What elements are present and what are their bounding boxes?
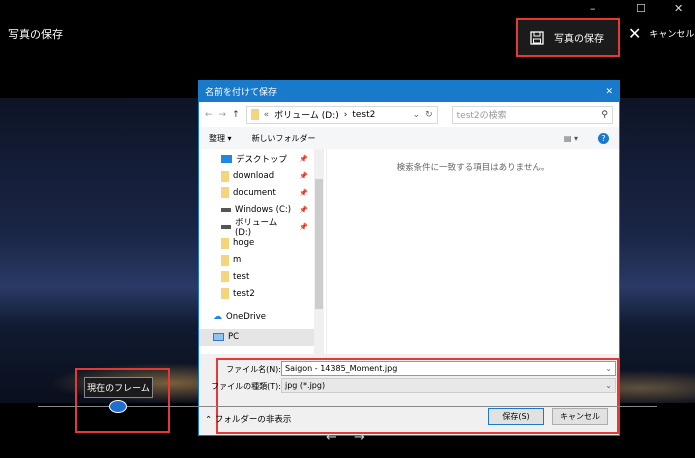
floppy-disk-icon bbox=[530, 30, 544, 45]
nav-item-label: m bbox=[233, 255, 242, 266]
nav-item-label: hoge bbox=[233, 238, 255, 249]
address-row: ← → ↑ « ボリューム (D:) › test2 ⌄ ↻ test2の検索 … bbox=[199, 102, 619, 127]
empty-message: 検索条件に一致する項目はありません。 bbox=[396, 163, 550, 173]
drive-icon bbox=[221, 207, 231, 212]
search-input[interactable]: test2の検索 ⚲ bbox=[451, 105, 613, 124]
folder-icon bbox=[221, 237, 229, 249]
filetype-select[interactable]: jpg (*.jpg) ⌄ bbox=[281, 378, 616, 393]
hide-folders-label: フォルダーの非表示 bbox=[214, 415, 292, 425]
pin-icon[interactable]: 📌 bbox=[299, 189, 308, 197]
cancel-label: キャンセル bbox=[649, 30, 695, 40]
pin-icon[interactable]: 📌 bbox=[299, 223, 308, 231]
nav-item-label: OneDrive bbox=[226, 311, 266, 322]
nav-item-label: document bbox=[233, 187, 276, 198]
close-window-button[interactable]: ✕ bbox=[674, 2, 683, 15]
filename-label: ファイル名(N): bbox=[226, 365, 281, 374]
cancel-button[interactable]: ✕ キャンセル bbox=[628, 24, 694, 43]
search-placeholder: test2の検索 bbox=[456, 111, 507, 121]
view-options-icon[interactable]: ▤ ▾ bbox=[564, 134, 578, 143]
pin-icon[interactable]: 📌 bbox=[299, 172, 308, 180]
navigation-pane: デスクトップ 📌 download 📌 document 📌 Windows (C:) 📌 ボリ… bbox=[199, 149, 327, 354]
app-title: 写真の保存 bbox=[8, 28, 63, 41]
address-bar[interactable]: « ボリューム (D:) › test2 ⌄ ↻ bbox=[245, 105, 438, 124]
breadcrumb-volume-d[interactable]: ボリューム (D:) bbox=[274, 108, 339, 121]
previous-frame-button[interactable]: ← bbox=[326, 430, 337, 445]
dialog-body: デスクトップ 📌 download 📌 document 📌 Windows (C:) 📌 ボリ… bbox=[199, 149, 619, 354]
back-button[interactable]: ← bbox=[205, 110, 213, 120]
nav-item-label: test2 bbox=[233, 288, 255, 299]
new-folder-button[interactable]: 新しいフォルダー bbox=[252, 133, 316, 144]
dialog-toolbar: 整理 ▾ 新しいフォルダー ▤ ▾ ? bbox=[199, 127, 619, 149]
nav-scrollbar[interactable] bbox=[314, 149, 324, 354]
frame-slider-track[interactable] bbox=[38, 406, 657, 407]
drive-icon bbox=[221, 224, 231, 229]
dialog-save-button[interactable]: 保存(S) bbox=[488, 408, 544, 425]
nav-item[interactable]: m bbox=[199, 252, 326, 269]
nav-item-label: ボリューム (D:) bbox=[235, 217, 278, 238]
up-button[interactable]: ↑ bbox=[232, 110, 240, 120]
nav-item[interactable]: デスクトップ 📌 bbox=[199, 151, 326, 168]
dialog-titlebar: 名前を付けて保存 ✕ bbox=[199, 81, 619, 102]
nav-item[interactable]: download 📌 bbox=[199, 168, 326, 185]
filetype-value: jpg (*.jpg) bbox=[285, 381, 326, 390]
chevron-up-icon: ⌃ bbox=[205, 415, 215, 425]
filename-value: Saigon - 14385_Moment.jpg bbox=[285, 364, 398, 373]
nav-item[interactable]: document 📌 bbox=[199, 185, 326, 202]
scrollbar-thumb[interactable] bbox=[315, 179, 323, 309]
search-icon: ⚲ bbox=[601, 109, 608, 120]
close-icon: ✕ bbox=[628, 24, 642, 43]
folder-icon bbox=[221, 254, 229, 266]
nav-item-label: download bbox=[233, 171, 275, 182]
dialog-title: 名前を付けて保存 bbox=[205, 88, 278, 98]
folder-icon bbox=[221, 288, 229, 300]
filename-input[interactable]: Saigon - 14385_Moment.jpg ⌄ bbox=[281, 361, 616, 376]
dialog-footer: ファイル名(N): Saigon - 14385_Moment.jpg ⌄ ファイ… bbox=[199, 354, 619, 437]
chevron-down-icon[interactable]: ⌄ bbox=[413, 110, 421, 120]
forward-button[interactable]: → bbox=[219, 110, 227, 120]
nav-item-label: test bbox=[233, 271, 250, 282]
nav-item[interactable]: ボリューム (D:) 📌 bbox=[199, 217, 326, 238]
nav-item[interactable]: PC bbox=[199, 328, 314, 346]
nav-item[interactable]: test bbox=[199, 269, 326, 286]
current-frame-button[interactable]: 現在のフレーム bbox=[84, 377, 153, 398]
folder-icon bbox=[221, 271, 229, 283]
cloud-icon: ☁ bbox=[213, 311, 222, 322]
address-prefix: « bbox=[263, 109, 270, 120]
breadcrumb-separator: › bbox=[343, 109, 348, 120]
dialog-close-button[interactable]: ✕ bbox=[605, 87, 613, 97]
folder-icon bbox=[250, 109, 259, 120]
save-photo-label: 写真の保存 bbox=[554, 34, 604, 45]
nav-item-label: PC bbox=[228, 332, 240, 343]
dialog-cancel-button[interactable]: キャンセル bbox=[552, 408, 608, 425]
folder-icon bbox=[221, 187, 229, 199]
filetype-label: ファイルの種類(T): bbox=[211, 382, 281, 391]
help-icon[interactable]: ? bbox=[598, 132, 609, 144]
nav-item[interactable]: test2 bbox=[199, 285, 326, 302]
pc-icon bbox=[213, 333, 224, 342]
pin-icon[interactable]: 📌 bbox=[299, 155, 308, 163]
minimize-button[interactable]: – bbox=[590, 2, 596, 15]
desktop-icon bbox=[221, 155, 232, 164]
folder-icon bbox=[221, 170, 229, 182]
nav-item-label: Windows (C:) bbox=[235, 204, 292, 215]
nav-item-label: デスクトップ bbox=[236, 155, 288, 166]
hide-folders-toggle[interactable]: ⌃ フォルダーの非表示 bbox=[205, 413, 291, 425]
pin-icon[interactable]: 📌 bbox=[299, 206, 308, 214]
breadcrumb-test2[interactable]: test2 bbox=[352, 110, 375, 120]
save-photo-button[interactable]: 写真の保存 bbox=[516, 18, 620, 57]
save-as-dialog: 名前を付けて保存 ✕ ← → ↑ « ボリューム (D:) › test2 ⌄ … bbox=[198, 80, 620, 436]
organize-button[interactable]: 整理 ▾ bbox=[209, 133, 232, 144]
maximize-button[interactable]: ☐ bbox=[636, 2, 646, 15]
next-frame-button[interactable]: → bbox=[354, 430, 365, 445]
nav-item[interactable]: ☁ OneDrive bbox=[199, 308, 326, 325]
refresh-icon[interactable]: ↻ bbox=[425, 110, 433, 120]
